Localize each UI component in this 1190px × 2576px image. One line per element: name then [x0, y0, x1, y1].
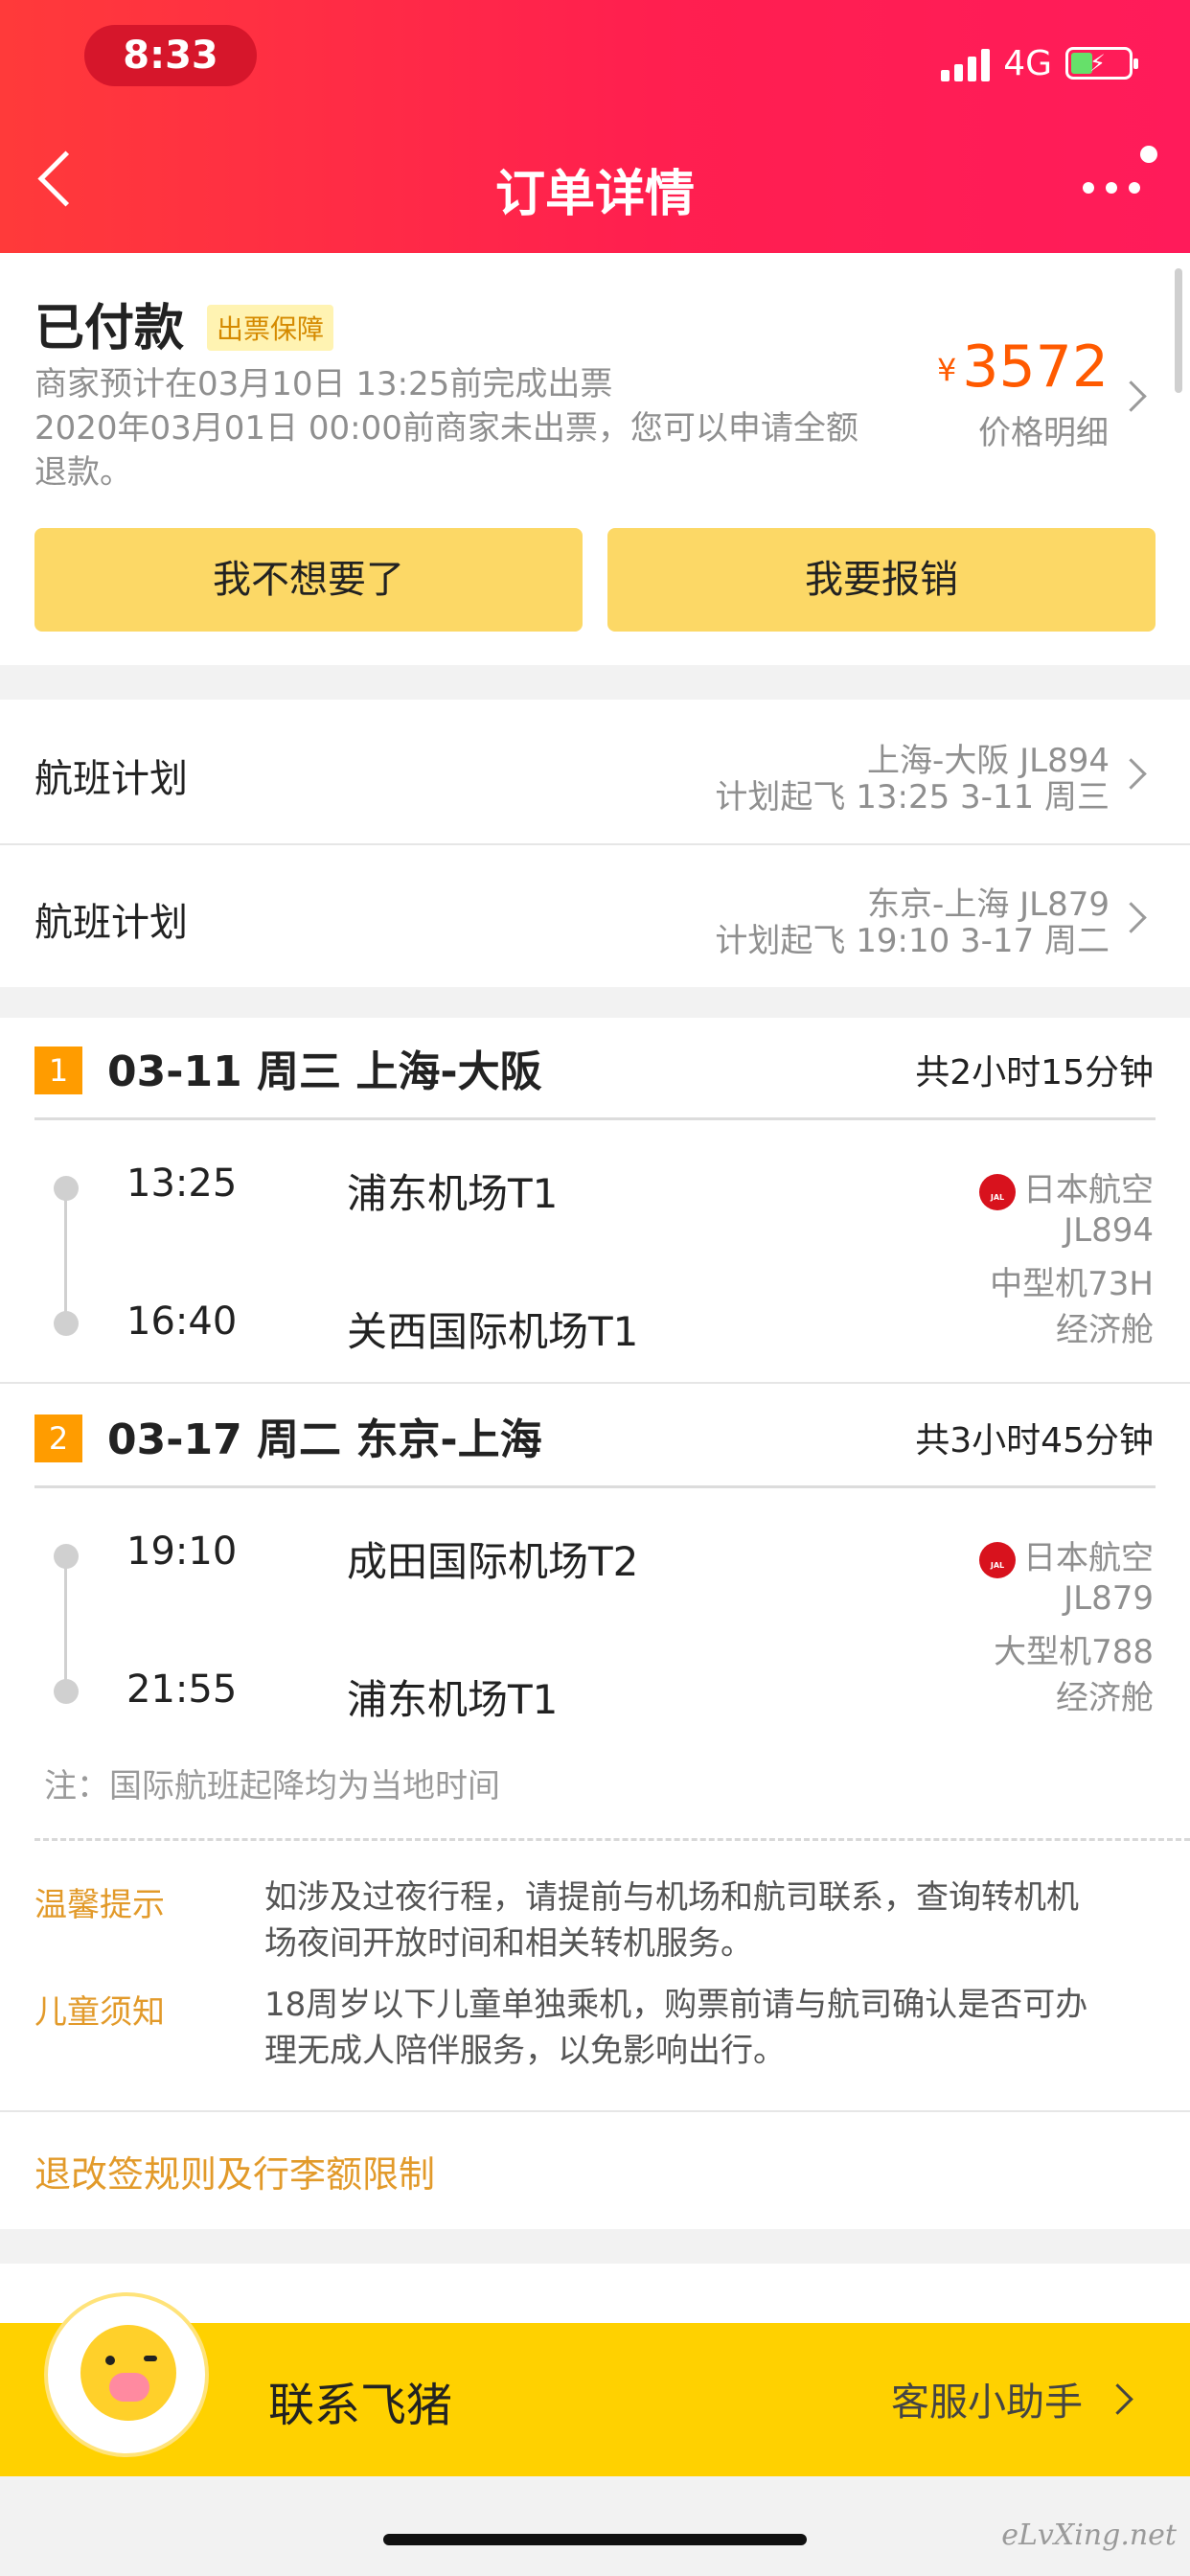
page-title: 订单详情 — [494, 166, 695, 223]
departure-dot — [54, 1544, 79, 1569]
arrival-dot — [54, 1311, 79, 1336]
chevron-right-icon — [1115, 902, 1147, 933]
jal-logo-icon — [979, 1173, 1016, 1210]
arrival-airport: 浦东机场T1 — [347, 1676, 559, 1723]
segment-number: 2 — [34, 1414, 82, 1462]
scrollbar[interactable] — [1175, 268, 1182, 393]
flight-plan-schedule: 计划起飞 13:25 3-11 周三 — [715, 778, 1110, 816]
departure-airport: 成田国际机场T2 — [347, 1538, 639, 1585]
timezone-note: 注：国际航班起降均为当地时间 — [44, 1767, 500, 1806]
timeline-line — [64, 1568, 67, 1681]
arrival-time: 16:40 — [126, 1300, 238, 1344]
airline-name: 日本航空 — [1023, 1539, 1154, 1577]
more-icon[interactable] — [1083, 182, 1140, 194]
segment-header: 03-17 周二 东京-上海 — [107, 1415, 542, 1464]
order-status-card: 已付款 出票保障 商家预计在03月10日 13:25前完成出票 2020年03月… — [0, 253, 1190, 665]
divider — [34, 1485, 1156, 1488]
reimburse-button[interactable]: 我要报销 — [607, 528, 1156, 632]
arrival-time: 21:55 — [126, 1668, 238, 1712]
price-value: 3572 — [962, 334, 1109, 401]
refund-note-cont: 退款。 — [34, 453, 132, 492]
tip-text-line: 如涉及过夜行程，请提前与机场和航司联系，查询转机机 — [264, 1878, 1079, 1917]
child-notice-label: 儿童须知 — [34, 1993, 165, 2032]
cancel-order-button[interactable]: 我不想要了 — [34, 528, 583, 632]
signal-icon — [941, 45, 991, 81]
segment-duration: 共2小时15分钟 — [915, 1053, 1154, 1092]
flight-number: JL894 — [1064, 1211, 1154, 1250]
departure-time: 13:25 — [126, 1162, 238, 1206]
status-icons: 4G ⚡ — [941, 38, 1138, 88]
chevron-right-icon — [1115, 758, 1147, 790]
aircraft-type: 中型机73H — [990, 1265, 1154, 1303]
flight-plan-row[interactable]: 航班计划 上海-大阪 JL894 计划起飞 13:25 3-11 周三 — [0, 700, 1190, 843]
contact-label[interactable]: 联系飞猪 — [268, 2367, 452, 2434]
currency-symbol: ¥ — [936, 352, 957, 389]
dashed-divider — [34, 1838, 1190, 1841]
aircraft-type: 大型机788 — [994, 1633, 1154, 1671]
cabin-class: 经济舱 — [1056, 1311, 1154, 1349]
network-type: 4G — [1003, 43, 1052, 83]
flight-number: JL879 — [1064, 1579, 1154, 1618]
airline-name: 日本航空 — [1023, 1171, 1154, 1209]
chevron-right-icon — [1115, 380, 1147, 412]
arrival-airport: 关西国际机场T1 — [347, 1308, 639, 1355]
fliggy-mascot-avatar — [44, 2292, 209, 2457]
refund-note: 2020年03月01日 00:00前商家未出票，您可以申请全额 — [34, 409, 858, 448]
segment-header: 03-11 周三 上海-大阪 — [107, 1047, 542, 1096]
home-indicator — [383, 2534, 807, 2545]
battery-icon: ⚡ — [1065, 47, 1138, 80]
notification-dot — [1140, 146, 1157, 163]
status-time: 8:33 — [84, 25, 257, 86]
child-notice-line: 理无成人陪伴服务，以免影响出行。 — [264, 2032, 786, 2070]
order-status: 已付款 — [34, 300, 185, 357]
divider — [0, 2110, 1190, 2112]
order-price[interactable]: ¥3572 — [937, 334, 1109, 401]
divider — [0, 1382, 1190, 1384]
segment-duration: 共3小时45分钟 — [915, 1421, 1154, 1460]
ticket-guarantee-badge: 出票保障 — [207, 305, 334, 351]
segment-number: 1 — [34, 1046, 82, 1094]
issue-estimate: 商家预计在03月10日 13:25前完成出票 — [34, 365, 613, 403]
cabin-class: 经济舱 — [1056, 1679, 1154, 1717]
divider — [34, 1117, 1156, 1120]
departure-dot — [54, 1176, 79, 1201]
flight-plan-card: 航班计划 上海-大阪 JL894 计划起飞 13:25 3-11 周三 航班计划… — [0, 700, 1190, 987]
airline: 日本航空 — [979, 1531, 1154, 1578]
timeline-line — [64, 1200, 67, 1313]
departure-airport: 浦东机场T1 — [347, 1170, 559, 1217]
price-detail-link[interactable]: 价格明细 — [978, 406, 1109, 453]
flight-plan-label: 航班计划 — [34, 757, 188, 801]
watermark: eLvXing.net — [1001, 2518, 1177, 2552]
child-notice-line: 18周岁以下儿童单独乘机，购票前请与航司确认是否可办 — [264, 1986, 1088, 2024]
airline: 日本航空 — [979, 1163, 1154, 1210]
arrival-dot — [54, 1679, 79, 1704]
flight-plan-row[interactable]: 航班计划 东京-上海 JL879 计划起飞 19:10 3-17 周二 — [0, 843, 1190, 987]
header-bar: 8:33 4G ⚡ 订单详情 — [0, 0, 1190, 253]
tip-text-line: 场夜间开放时间和相关转机服务。 — [264, 1924, 753, 1963]
itinerary-card: 1 03-11 周三 上海-大阪 共2小时15分钟 13:25 浦东机场T1 1… — [0, 1018, 1190, 2229]
flight-plan-label: 航班计划 — [34, 901, 188, 945]
departure-time: 19:10 — [126, 1530, 238, 1574]
jal-logo-icon — [979, 1541, 1016, 1578]
rules-link[interactable]: 退改签规则及行李额限制 — [34, 2145, 435, 2197]
flight-plan-schedule: 计划起飞 19:10 3-17 周二 — [715, 922, 1110, 960]
tip-label: 温馨提示 — [34, 1886, 165, 1924]
customer-service-link[interactable]: 客服小助手 — [891, 2371, 1083, 2426]
